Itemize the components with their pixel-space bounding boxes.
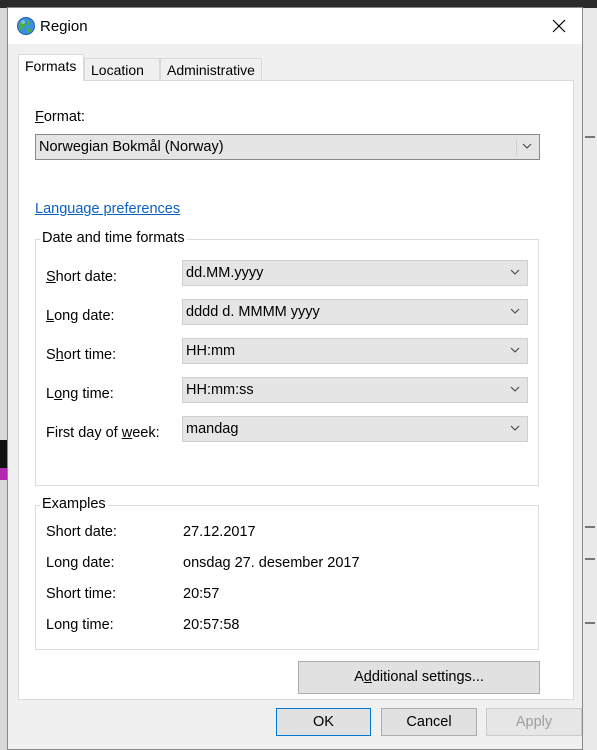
tab-label: Location [91,62,144,78]
date-time-formats-group: Date and time formats Short date: dd.MM.… [35,230,539,486]
chevron-down-icon [510,425,520,431]
chevron-down-icon [522,143,532,149]
format-label: Format: [35,109,85,125]
tab-administrative[interactable]: Administrative [160,58,262,80]
close-button[interactable] [536,8,582,44]
first-day-of-week-dropdown[interactable]: mandag [182,416,528,442]
example-long-date-value: onsdag 27. desember 2017 [183,555,360,571]
apply-button[interactable]: Apply [486,708,582,736]
short-date-dropdown[interactable]: dd.MM.yyyy [182,260,528,286]
chevron-down-icon [510,269,520,275]
dropdown-value: HH:mm:ss [186,382,254,398]
chevron-down-icon [510,386,520,392]
format-dropdown[interactable]: Norwegian Bokmål (Norway) [35,134,540,160]
dropdown-value: dddd d. MMMM yyyy [186,304,320,320]
example-long-time-value: 20:57:58 [183,617,240,633]
window-title: Region [40,18,88,35]
language-preferences-link[interactable]: Language preferences [35,201,180,217]
ok-button[interactable]: OK [276,708,371,736]
tab-label: Formats [25,58,77,74]
title-bar: Region [8,8,582,44]
chevron-down-icon [510,347,520,353]
long-date-label: Long date: [46,308,115,324]
format-value: Norwegian Bokmål (Norway) [39,139,224,155]
formats-panel: Format: Norwegian Bokmål (Norway) Langua… [18,80,574,700]
region-dialog: Region Formats Location Administrative F… [7,7,583,750]
first-day-of-week-label: First day of week: [46,425,160,441]
short-time-label: Short time: [46,347,117,363]
examples-group: Examples Short date: 27.12.2017 Long dat… [35,496,539,650]
example-short-time-value: 20:57 [183,586,220,602]
globe-icon [17,17,35,35]
dropdown-value: HH:mm [186,343,236,359]
background-window-right [583,8,597,750]
close-icon [552,19,566,33]
example-long-time-label: Long time: [46,617,114,633]
cancel-button[interactable]: Cancel [381,708,477,736]
group-title: Examples [40,496,108,512]
long-time-label: Long time: [46,386,114,402]
example-short-time-label: Short time: [46,586,117,602]
example-short-date-label: Short date: [46,524,117,540]
additional-settings-button[interactable]: Additional settings... [298,661,540,694]
example-short-date-value: 27.12.2017 [183,524,256,540]
short-date-label: Short date: [46,269,117,285]
group-title: Date and time formats [40,230,187,246]
short-time-dropdown[interactable]: HH:mm [182,338,528,364]
long-time-dropdown[interactable]: HH:mm:ss [182,377,528,403]
tab-label: Administrative [167,62,255,78]
chevron-down-icon [510,308,520,314]
tab-location[interactable]: Location [84,58,160,80]
dropdown-value: mandag [186,421,239,437]
example-long-date-label: Long date: [46,555,115,571]
dropdown-value: dd.MM.yyyy [186,265,264,281]
tab-formats[interactable]: Formats [18,54,84,81]
long-date-dropdown[interactable]: dddd d. MMMM yyyy [182,299,528,325]
